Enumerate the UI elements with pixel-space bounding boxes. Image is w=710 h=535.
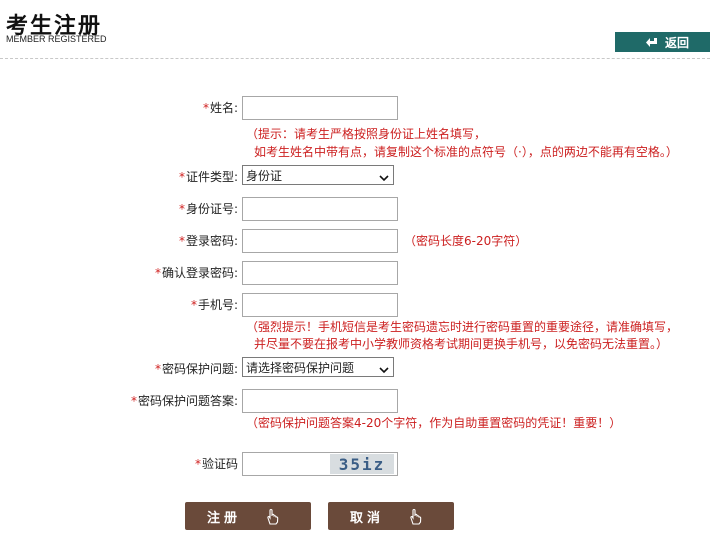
security-question-selected: 请选择密码保护问题: [246, 360, 355, 375]
required-mark: *: [190, 298, 197, 312]
register-button-label: 注册: [207, 510, 242, 526]
id-number-input[interactable]: [242, 197, 398, 221]
id-type-selected: 身份证: [246, 168, 283, 183]
page-header: 考生注册 MEMBER REGISTERED 返回: [0, 0, 710, 60]
name-hint-line1: （提示：请考生严格按照身份证上姓名填写，: [246, 127, 487, 141]
name-hint-line2: 如考生姓名中带有点，请复制这个标准的点符号（·），点的两边不能再有空格。）: [254, 145, 678, 159]
phone-hint-line2: 并尽量不要在报考中小学教师资格考试期间更换手机号，以免密码无法重置。）: [254, 337, 669, 351]
phone-row: *手机号:: [0, 293, 710, 317]
back-button-label: 返回: [665, 35, 690, 50]
hand-pointer-icon: [408, 508, 424, 526]
password-label: *登录密码:: [178, 234, 238, 248]
header-divider: [0, 58, 710, 59]
password-hint: （密码长度6-20字符）: [404, 234, 528, 248]
confirm-password-input[interactable]: [242, 261, 398, 285]
required-mark: *: [194, 457, 201, 471]
id-type-label: *证件类型:: [178, 170, 238, 184]
security-question-row: *密码保护问题: 请选择密码保护问题: [0, 357, 710, 381]
cancel-button-label: 取消: [350, 510, 385, 526]
back-arrow-icon: [645, 35, 659, 49]
confirm-password-row: *确认登录密码:: [0, 261, 710, 285]
required-mark: *: [178, 234, 185, 248]
security-answer-label: *密码保护问题答案:: [130, 394, 238, 408]
phone-label: *手机号:: [190, 298, 238, 312]
phone-hint-line1: （强烈提示！手机短信是考生密码遗忘时进行密码重置的重要途径，请准确填写，: [246, 320, 679, 334]
required-mark: *: [154, 266, 161, 280]
required-mark: *: [178, 202, 185, 216]
id-type-select[interactable]: 身份证: [242, 165, 394, 185]
required-mark: *: [178, 170, 185, 184]
required-mark: *: [154, 362, 161, 376]
captcha-image[interactable]: 35iz: [330, 454, 394, 474]
cancel-button[interactable]: 取消: [328, 502, 454, 530]
register-button[interactable]: 注册: [185, 502, 311, 530]
required-mark: *: [130, 394, 137, 408]
chevron-down-icon: [379, 363, 389, 374]
captcha-label: *验证码: [194, 457, 238, 471]
security-answer-input[interactable]: [242, 389, 398, 413]
security-answer-hint: （密码保护问题答案4-20个字符，作为自助重置密码的凭证！重要！）: [246, 416, 622, 430]
chevron-down-icon: [379, 171, 389, 182]
id-type-row: *证件类型: 身份证: [0, 165, 710, 189]
password-row: *登录密码: （密码长度6-20字符）: [0, 229, 710, 253]
required-mark: *: [202, 101, 209, 115]
security-question-select[interactable]: 请选择密码保护问题: [242, 357, 394, 377]
page-subtitle: MEMBER REGISTERED: [6, 34, 107, 44]
captcha-row: *验证码 35iz: [0, 452, 710, 476]
name-row: *姓名:: [0, 96, 710, 120]
hand-pointer-icon: [265, 508, 281, 526]
name-label: *姓名:: [202, 101, 238, 115]
confirm-password-label: *确认登录密码:: [154, 266, 238, 280]
phone-input[interactable]: [242, 293, 398, 317]
id-number-label: *身份证号:: [178, 202, 238, 216]
id-number-row: *身份证号:: [0, 197, 710, 221]
security-question-label: *密码保护问题:: [154, 362, 238, 376]
back-button[interactable]: 返回: [615, 32, 710, 52]
security-answer-row: *密码保护问题答案:: [0, 389, 710, 413]
name-input[interactable]: [242, 96, 398, 120]
password-input[interactable]: [242, 229, 398, 253]
